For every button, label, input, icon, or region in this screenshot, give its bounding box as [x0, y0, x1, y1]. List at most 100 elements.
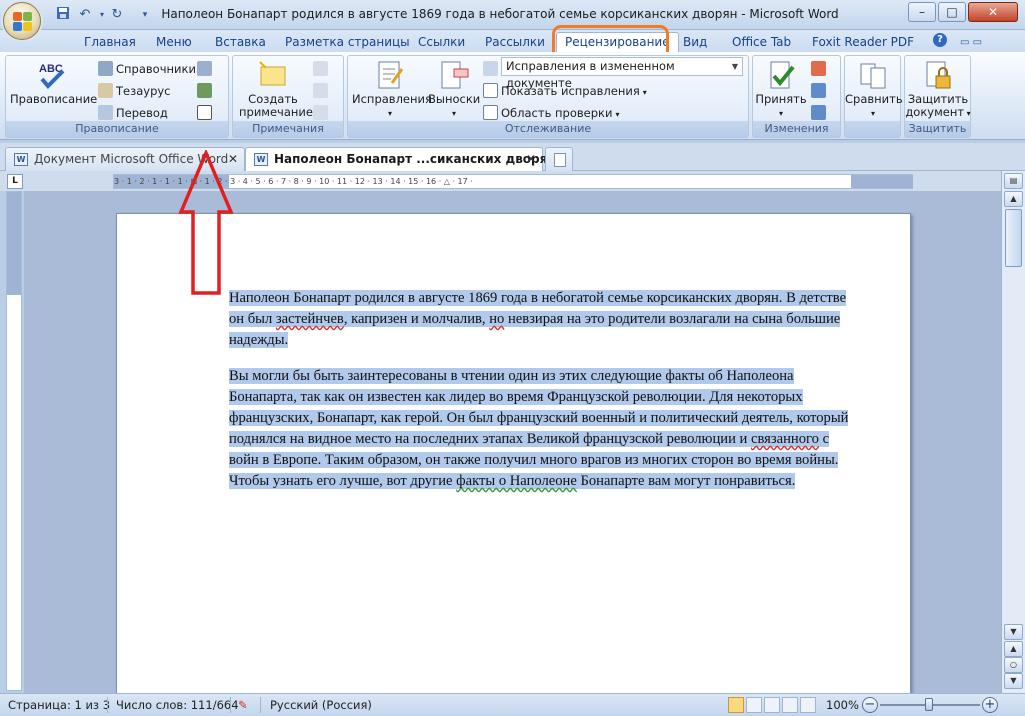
balloons-label: Выноски [428, 92, 481, 106]
spelling-error-word[interactable]: застейнчев [276, 311, 344, 327]
redo-icon[interactable]: ↻ [108, 6, 126, 24]
next-comment-button[interactable] [313, 104, 331, 122]
protect-document-button[interactable]: Защитить документ ▾ [905, 59, 971, 120]
thesaurus-button[interactable]: Тезаурус [98, 82, 171, 100]
accept-button[interactable]: Принять ▾ [755, 59, 807, 120]
display-review-icon [483, 61, 498, 76]
draft-view-icon[interactable] [800, 697, 816, 713]
status-separator [260, 697, 261, 713]
reject-button[interactable] [811, 60, 829, 78]
next-page-icon[interactable]: ▼ [1004, 673, 1023, 689]
full-screen-view-icon[interactable] [746, 697, 762, 713]
group-compare: Сравнить ▾ [844, 55, 903, 138]
research-button[interactable]: Справочники [98, 60, 196, 78]
accept-change-icon [770, 61, 795, 89]
accept-label: Принять [755, 92, 807, 106]
status-separator [107, 697, 108, 713]
scroll-down-icon[interactable]: ▼ [1004, 624, 1023, 640]
tab-selector[interactable]: L [7, 174, 23, 189]
ribbon: ABC Правописание Справочники Тезаурус Пе… [0, 52, 1025, 140]
selected-text: Вы могли бы быть заинтересованы в чтении… [229, 368, 849, 489]
delete-comment-button[interactable] [313, 60, 331, 78]
group-changes: Принять ▾ Изменения [752, 55, 841, 138]
proofing-icon[interactable]: ✎ [238, 694, 248, 716]
doc-tab-2[interactable]: W Наполеон Бонапарт ...сиканских дворян … [245, 147, 566, 171]
spelling-check-icon: ABC [39, 63, 65, 89]
zoom-slider-knob[interactable] [925, 698, 933, 711]
vertical-scrollbar[interactable]: ▤ ▲ ▼ ▲ ○ ▼ [1001, 171, 1025, 693]
page-count[interactable]: Страница: 1 из 3 [8, 694, 110, 716]
word-count[interactable]: Число слов: 111/664 [116, 694, 239, 716]
tab-references[interactable]: Ссылки [418, 33, 465, 52]
tab-foxit-reader-pdf[interactable]: Foxit Reader PDF [812, 33, 914, 52]
minimize-button[interactable]: – [908, 2, 936, 22]
office-logo-tile [23, 12, 32, 21]
spelling-button[interactable]: ABC Правописание [10, 59, 97, 106]
close-button[interactable]: ✕ [968, 2, 1018, 22]
paragraph-1[interactable]: Наполеон Бонапарт родился в августе 1869… [229, 288, 854, 351]
ruler-toggle-icon[interactable]: ▤ [1004, 173, 1023, 189]
tab-view[interactable]: Вид [683, 33, 707, 52]
word-document-icon: W [14, 153, 28, 166]
previous-comment-button[interactable] [313, 82, 331, 100]
paragraph-2[interactable]: Вы могли бы быть заинтересованы в чтении… [229, 366, 854, 492]
document-page[interactable]: Наполеон Бонапарт родился в августе 1869… [116, 213, 911, 693]
print-layout-view-icon[interactable] [728, 697, 744, 713]
previous-change-button[interactable] [811, 82, 829, 100]
new-tab-button[interactable] [545, 147, 573, 171]
paragraph-1-text: , капризен и молчалив, [343, 311, 490, 327]
doc-tab-2-label: Наполеон Бонапарт ...сиканских дворян * [274, 152, 567, 166]
web-layout-view-icon[interactable] [764, 697, 780, 713]
delete-comment-icon [313, 61, 328, 76]
tab-office-tab[interactable]: Office Tab [732, 33, 791, 52]
protect-dropdown-icon: ▾ [964, 109, 971, 118]
outline-view-icon[interactable] [782, 697, 798, 713]
browse-object-icon[interactable]: ○ [1004, 657, 1023, 673]
previous-page-icon[interactable]: ▲ [1004, 641, 1023, 657]
zoom-in-icon[interactable]: + [982, 697, 998, 713]
next-change-button[interactable] [811, 104, 829, 122]
tab-home[interactable]: Главная [84, 33, 136, 52]
title-bar: ↶ ▾ ↻ ▾ Наполеон Бонапарт родился в авгу… [0, 0, 1025, 40]
previous-comment-icon [313, 83, 328, 98]
thesaurus-label: Тезаурус [116, 84, 171, 98]
help-icon[interactable]: ? [933, 33, 947, 47]
tab-page-layout[interactable]: Разметка страницы [285, 33, 410, 52]
vertical-ruler[interactable] [6, 191, 22, 691]
word-count-button[interactable] [197, 104, 215, 122]
track-changes-dropdown-icon: ▾ [387, 109, 392, 118]
save-icon[interactable] [54, 6, 72, 24]
zoom-level[interactable]: 100% [826, 694, 859, 716]
language-button[interactable] [197, 82, 215, 100]
maximize-button[interactable]: □ [938, 2, 966, 22]
selected-text: Наполеон Бонапарт родился в августе 1869… [229, 290, 847, 348]
tab-mailings[interactable]: Рассылки [485, 33, 545, 52]
ribbon-minimize-icon[interactable]: ▭ ▭ [960, 33, 982, 52]
new-comment-button[interactable]: Создать примечание [239, 59, 313, 119]
balloons-button[interactable]: Выноски ▾ [428, 59, 480, 120]
customize-icon[interactable]: ▾ [136, 6, 154, 24]
track-changes-button[interactable]: Исправления ▾ [352, 59, 432, 120]
group-label-comments: Примечания [233, 121, 343, 137]
protect-label-2: документ [905, 105, 965, 119]
translate-button[interactable]: Перевод [98, 104, 168, 122]
zoom-out-icon[interactable]: − [862, 697, 878, 713]
new-document-icon [554, 153, 566, 167]
office-button[interactable] [3, 2, 41, 40]
doc-tab-2-close-icon[interactable]: ✕ [526, 148, 536, 170]
scroll-up-icon[interactable]: ▲ [1004, 191, 1023, 207]
display-for-review-select[interactable]: Исправления в измененном документе ▼ [501, 57, 743, 90]
reviewing-pane-button[interactable]: Область проверки ▾ [483, 104, 619, 122]
compare-button[interactable]: Сравнить ▾ [845, 59, 903, 120]
thesaurus-icon [98, 83, 113, 98]
spelling-error-word[interactable]: связанного [751, 431, 819, 447]
grammar-error-word[interactable]: но [489, 311, 504, 327]
grammar-error-phrase[interactable]: факты о Наполеоне [456, 473, 577, 489]
scroll-thumb[interactable] [1005, 209, 1022, 267]
next-change-icon [811, 105, 826, 120]
translate-tip-button[interactable] [197, 60, 215, 78]
tab-insert[interactable]: Вставка [215, 33, 266, 52]
undo-icon[interactable]: ↶ [76, 6, 94, 24]
tab-menu[interactable]: Меню [156, 33, 192, 52]
language-indicator[interactable]: Русский (Россия) [270, 694, 372, 716]
